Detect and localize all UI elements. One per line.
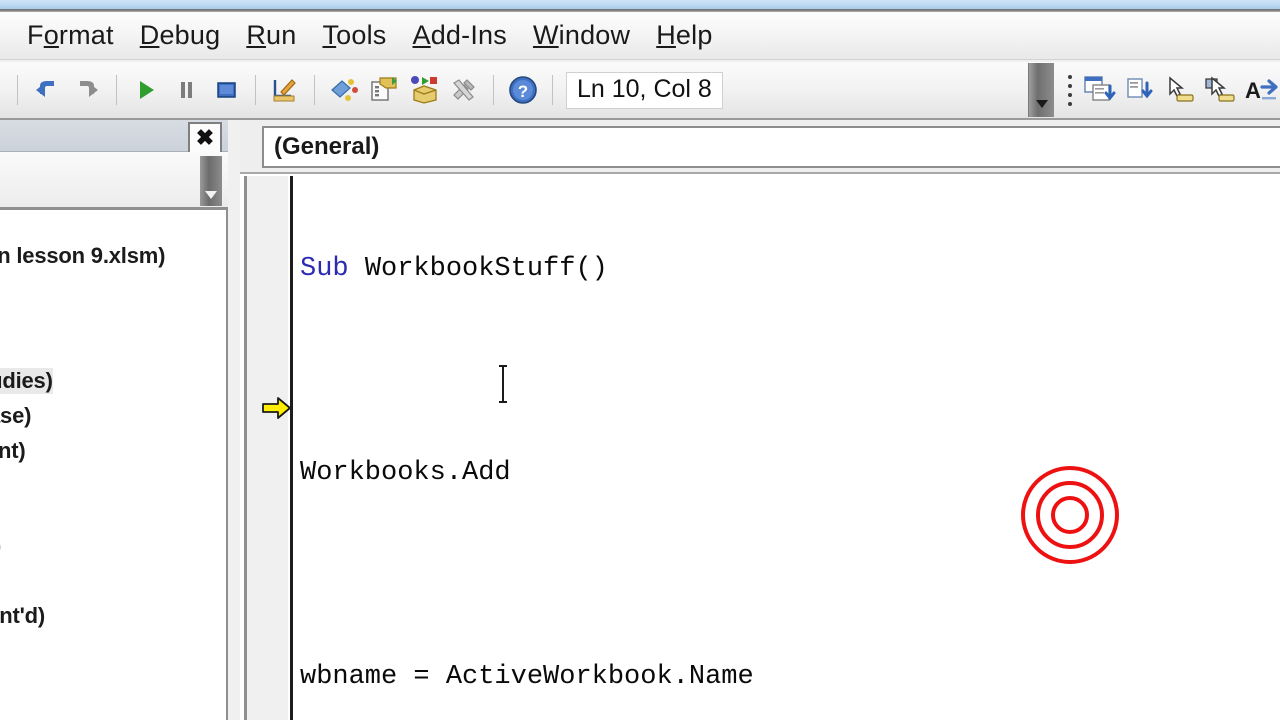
project-node-paren[interactable]: )	[0, 533, 1, 559]
select-bar-icon[interactable]	[1200, 70, 1240, 110]
project-toolbar-overflow-handle[interactable]	[200, 156, 222, 206]
code-plain: wbname = ActiveWorkbook.Name	[300, 662, 754, 692]
design-mode-icon[interactable]	[265, 70, 305, 110]
toolbar-separator	[493, 75, 494, 105]
code-line-1: Sub WorkbookStuff()	[300, 252, 1280, 286]
code-plain: Workbooks.Add	[300, 458, 511, 488]
svg-text:?: ?	[518, 82, 528, 101]
undo-icon[interactable]	[27, 70, 67, 110]
close-icon[interactable]: ✖	[188, 122, 222, 154]
project-tree[interactable]: un lesson 9.xlsm) tudies) ase) ent) ) on…	[0, 213, 220, 720]
toolbar-separator	[17, 75, 18, 105]
help-icon[interactable]: ?	[503, 70, 543, 110]
pointer-bar-icon[interactable]	[1160, 70, 1200, 110]
menu-bar: Format Debug Run Tools Add-Ins Window He…	[0, 12, 1280, 60]
toolbar-separator	[116, 75, 117, 105]
menu-format[interactable]: Format	[14, 18, 127, 53]
code-line-3: Workbooks.Add	[300, 456, 1280, 490]
project-node-workbook[interactable]: un lesson 9.xlsm)	[0, 243, 165, 269]
redo-icon[interactable]	[67, 70, 107, 110]
code-margin-divider	[290, 176, 293, 720]
code-text[interactable]: Sub WorkbookStuff() Workbooks.Add wbname…	[300, 176, 1280, 720]
project-explorer-panel: ✖ un lesson 9.xlsm) tudies) ase) ent) ) …	[0, 120, 228, 720]
vba-editor-window: Format Debug Run Tools Add-Ins Window He…	[0, 0, 1280, 720]
ibeam-cursor	[497, 364, 509, 404]
properties-window-icon[interactable]	[364, 70, 404, 110]
menu-run[interactable]: Run	[233, 18, 309, 53]
toolbar-drag-grip[interactable]	[1062, 68, 1078, 112]
project-panel-toolbar	[0, 152, 228, 210]
menu-help[interactable]: Help	[643, 18, 725, 53]
menu-addins[interactable]: Add-Ins	[400, 18, 520, 53]
object-dropdown[interactable]: (General)	[262, 126, 1280, 168]
project-explorer-icon[interactable]	[324, 70, 364, 110]
toolbar-separator	[255, 75, 256, 105]
toolbar-separator	[314, 75, 315, 105]
code-line-5: wbname = ActiveWorkbook.Name	[300, 660, 1280, 694]
break-icon[interactable]	[166, 70, 206, 110]
text-arrow-icon[interactable]: A	[1240, 70, 1280, 110]
project-node-contd[interactable]: ont'd)	[0, 603, 45, 629]
svg-text:A: A	[1245, 78, 1261, 103]
toolbox-icon[interactable]	[444, 70, 484, 110]
project-node-ent[interactable]: ent)	[0, 438, 26, 464]
project-node-base[interactable]: ase)	[0, 403, 31, 429]
object-dropdown-value: (General)	[274, 133, 380, 160]
code-window-dropdown-bar: (General) Work	[240, 120, 1280, 174]
document-insert-icon[interactable]	[1120, 70, 1160, 110]
object-browser-icon[interactable]	[404, 70, 444, 110]
toolbar-overflow-handle[interactable]	[1028, 63, 1054, 117]
click-indicator	[1018, 463, 1123, 568]
snippet-insert-icon[interactable]	[1080, 70, 1120, 110]
reset-icon[interactable]	[206, 70, 246, 110]
menu-debug[interactable]: Debug	[127, 18, 234, 53]
code-keyword: Sub	[300, 254, 365, 284]
standard-toolbar: ? Ln 10, Col 8 A	[0, 62, 1280, 120]
toolbar-separator	[552, 75, 553, 105]
current-statement-arrow	[262, 395, 292, 421]
project-node-studies[interactable]: tudies)	[0, 368, 53, 394]
code-window: (General) Work Sub WorkbookStuff() Workb…	[240, 120, 1280, 720]
window-title-strip	[0, 0, 1280, 9]
menu-tools[interactable]: Tools	[309, 18, 399, 53]
menu-window[interactable]: Window	[520, 18, 643, 53]
run-sub-icon[interactable]	[126, 70, 166, 110]
code-margin-indicator-bar[interactable]	[244, 176, 288, 720]
position-indicator: Ln 10, Col 8	[566, 71, 723, 109]
code-editor-body[interactable]: Sub WorkbookStuff() Workbooks.Add wbname…	[240, 176, 1280, 720]
project-panel-titlebar[interactable]: ✖	[0, 120, 228, 154]
code-plain: WorkbookStuff()	[364, 254, 608, 284]
